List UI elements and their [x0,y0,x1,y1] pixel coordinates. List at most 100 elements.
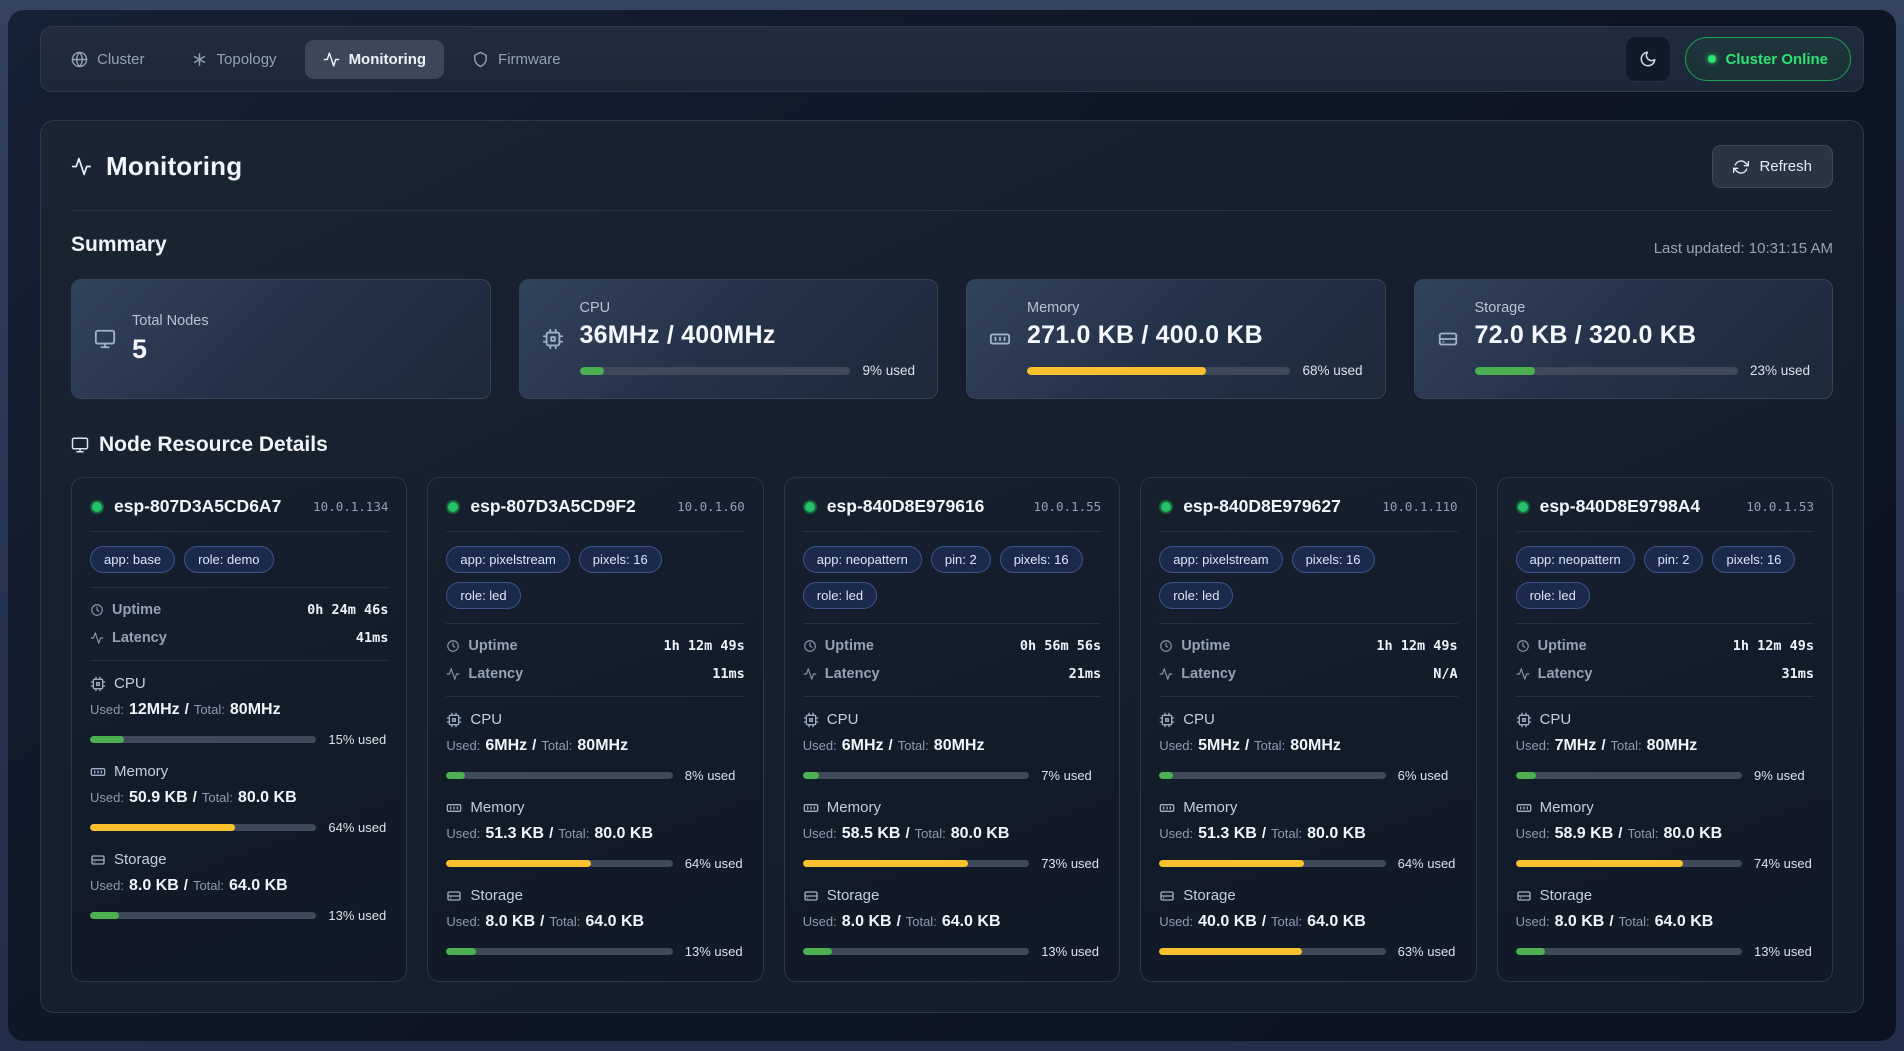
latency-label: Latency [1159,666,1236,682]
used-value: 51.3 KB [485,825,544,842]
node-tag: pixels: 16 [1000,546,1083,573]
tab-monitoring-label: Monitoring [349,51,426,68]
clock-icon [1516,639,1530,653]
activity-icon [323,51,340,68]
node-tag: app: neopattern [1516,546,1635,573]
cluster-status-badge[interactable]: Cluster Online [1685,37,1851,81]
node-name: esp-840D8E9798A4 [1540,496,1701,517]
node-tag: role: led [803,582,877,609]
page-title-text: Monitoring [106,151,242,182]
resource-progress-bar [90,736,316,743]
uptime-value: 0h 24m 46s [307,602,388,618]
memory-icon [90,764,106,780]
node-tag: pin: 2 [1644,546,1704,573]
used-value: 6MHz [485,737,527,754]
usage-separator: / [532,737,536,754]
node-divider [1516,531,1814,532]
cpu-icon [90,676,106,692]
resource-header: CPU [446,711,744,728]
total-prefix: Total: [193,878,224,893]
clock-icon [1159,639,1173,653]
resource-usage: Used:8.0 KB/Total:64.0 KB [446,913,744,931]
resource-list: CPU Used:6MHz/Total:80MHz 7% used Memory… [803,711,1101,959]
node-card-header: esp-807D3A5CD9F2 10.0.1.60 [446,496,744,517]
resource-progress-label: 9% used [1754,768,1814,783]
summary-card: Total Nodes 5 [71,279,491,399]
resource-usage: Used:6MHz/Total:80MHz [803,737,1101,755]
used-prefix: Used: [1516,914,1550,929]
progress-bar [1475,367,1738,375]
uptime-label: Uptime [90,602,161,618]
usage-separator: / [1618,825,1622,842]
resource-progress-bar [1516,948,1742,955]
node-card-header: esp-840D8E979616 10.0.1.55 [803,496,1101,517]
uptime-row: Uptime 0h 24m 46s [90,602,388,618]
resource-usage: Used:12MHz/Total:80MHz [90,701,388,719]
tab-cluster[interactable]: Cluster [53,40,163,79]
used-value: 58.9 KB [1555,825,1614,842]
latency-row: Latency 11ms [446,666,744,682]
resource-progress-row: 74% used [1516,856,1814,871]
resource-list: CPU Used:12MHz/Total:80MHz 15% used Memo… [90,675,388,923]
resource-usage: Used:8.0 KB/Total:64.0 KB [1516,913,1814,931]
used-prefix: Used: [90,702,124,717]
resource-progress-bar [1159,772,1385,779]
latency-label: Latency [90,630,167,646]
resource-progress-row: 13% used [1516,944,1814,959]
total-prefix: Total: [1271,914,1302,929]
memory-icon [446,800,462,816]
resource-progress-row: 13% used [446,944,744,959]
resource-block: CPU Used:6MHz/Total:80MHz 7% used [803,711,1101,783]
resource-name: Storage [1540,887,1593,904]
total-prefix: Total: [915,826,946,841]
latency-label: Latency [1516,666,1593,682]
summary-card-label: Total Nodes [132,313,468,329]
node-tag: role: demo [184,546,273,573]
node-cards-grid: esp-807D3A5CD6A7 10.0.1.134 app: base rol… [71,477,1833,982]
total-value: 80.0 KB [594,825,653,842]
node-name: esp-807D3A5CD6A7 [114,496,281,517]
node-online-dot-icon [803,500,817,514]
resource-header: Storage [803,887,1101,904]
activity-icon [446,667,460,681]
total-value: 64.0 KB [942,913,1001,930]
tab-firmware[interactable]: Firmware [454,40,579,79]
tab-monitoring[interactable]: Monitoring [305,40,444,79]
resource-header: CPU [90,675,388,692]
resource-name: Memory [1183,799,1237,816]
monitoring-panel: Monitoring Refresh Summary Last updated:… [40,120,1864,1013]
resource-block: Storage Used:8.0 KB/Total:64.0 KB 13% us… [446,887,744,959]
summary-card: Memory 271.0 KB / 400.0 KB 68% used [966,279,1386,399]
node-tag: app: pixelstream [446,546,569,573]
cpu-icon [1159,712,1175,728]
resource-name: Memory [470,799,524,816]
node-divider [1516,696,1814,697]
used-prefix: Used: [1516,826,1550,841]
resource-header: CPU [1516,711,1814,728]
activity-icon [803,667,817,681]
resource-progress-bar [90,912,316,919]
resource-progress-label: 13% used [685,944,745,959]
used-prefix: Used: [803,826,837,841]
summary-card-body: Memory 271.0 KB / 400.0 KB 68% used [1027,300,1363,378]
summary-heading: Summary [71,233,167,257]
usage-separator: / [549,825,553,842]
node-card: esp-840D8E9798A4 10.0.1.53 app: neopatte… [1497,477,1833,982]
resource-usage: Used:51.3 KB/Total:80.0 KB [446,825,744,843]
refresh-button[interactable]: Refresh [1712,145,1833,188]
node-details-heading-text: Node Resource Details [99,433,328,457]
resource-block: Memory Used:58.9 KB/Total:80.0 KB 74% us… [1516,799,1814,871]
node-card-header: esp-807D3A5CD6A7 10.0.1.134 [90,496,388,517]
node-tag: app: base [90,546,175,573]
uptime-row: Uptime 1h 12m 49s [1159,638,1457,654]
resource-progress-bar [803,860,1029,867]
theme-toggle-button[interactable] [1625,36,1671,82]
uptime-value: 1h 12m 49s [1376,638,1457,654]
cpu-icon [446,712,462,728]
tab-topology[interactable]: Topology [173,40,295,79]
resource-name: CPU [1540,711,1572,728]
total-value: 80MHz [1647,737,1698,754]
resource-progress-row: 7% used [803,768,1101,783]
memory-icon [1159,800,1175,816]
panel-header: Monitoring Refresh [71,145,1833,188]
